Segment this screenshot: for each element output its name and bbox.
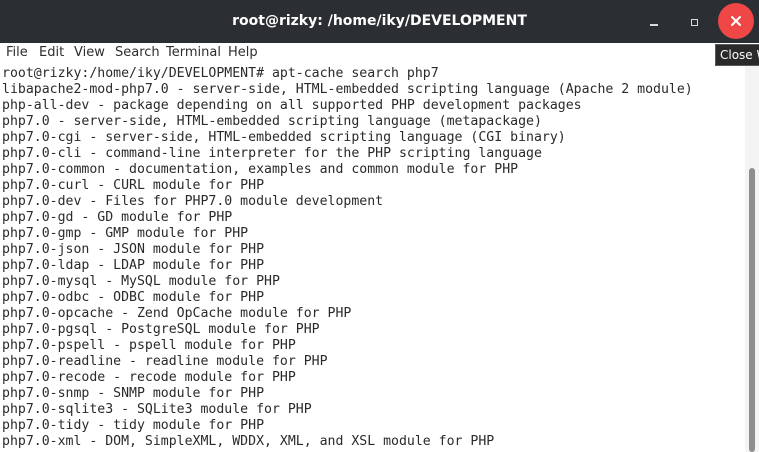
minimize-button[interactable]: [639, 7, 669, 37]
terminal-line: php7.0-mysql - MySQL module for PHP: [2, 274, 280, 289]
terminal-line: php-all-dev - package depending on all s…: [2, 98, 582, 113]
terminal-line: php7.0-sqlite3 - SQLite3 module for PHP: [2, 402, 312, 417]
title-bar: root@rizky: /home/iky/DEVELOPMENT: [0, 0, 759, 43]
terminal-output[interactable]: root@rizky:/home/iky/DEVELOPMENT# apt-ca…: [0, 64, 745, 452]
terminal-line: root@rizky:/home/iky/DEVELOPMENT# apt-ca…: [2, 66, 439, 81]
scrollbar-thumb[interactable]: [749, 168, 755, 452]
terminal-line: php7.0 - server-side, HTML-embedded scri…: [2, 114, 542, 129]
terminal-line: php7.0-cgi - server-side, HTML-embedded …: [2, 130, 566, 145]
terminal-line: php7.0-gmp - GMP module for PHP: [2, 226, 249, 241]
terminal-line: php7.0-dev - Files for PHP7.0 module dev…: [2, 194, 384, 209]
terminal-line: php7.0-recode - recode module for PHP: [2, 370, 296, 385]
menu-view[interactable]: View: [74, 45, 105, 60]
terminal-line: libapache2-mod-php7.0 - server-side, HTM…: [2, 82, 693, 97]
menu-help[interactable]: Help: [228, 45, 258, 60]
terminal-line: php7.0-cli - command-line interpreter fo…: [2, 146, 542, 161]
menu-bar: File Edit View Search Terminal Help: [0, 43, 759, 64]
terminal-line: php7.0-odbc - ODBC module for PHP: [2, 290, 265, 305]
close-tooltip: Close W: [715, 44, 759, 66]
terminal-line: php7.0-common - documentation, examples …: [2, 162, 519, 177]
terminal-line: php7.0-json - JSON module for PHP: [2, 242, 265, 257]
terminal-line: php7.0-snmp - SNMP module for PHP: [2, 386, 265, 401]
maximize-button[interactable]: [679, 7, 709, 37]
terminal-line: php7.0-tidy - tidy module for PHP: [2, 418, 265, 433]
close-button[interactable]: [718, 3, 754, 39]
menu-terminal[interactable]: Terminal: [166, 45, 221, 60]
menu-file[interactable]: File: [6, 45, 28, 60]
maximize-icon: [690, 18, 698, 26]
terminal-line: php7.0-readline - readline module for PH…: [2, 354, 328, 369]
terminal-line: php7.0-opcache - Zend OpCache module for…: [2, 306, 352, 321]
terminal-line: php7.0-xml - DOM, SimpleXML, WDDX, XML, …: [2, 434, 495, 449]
terminal-line: php7.0-curl - CURL module for PHP: [2, 178, 265, 193]
terminal-line: php7.0-pgsql - PostgreSQL module for PHP: [2, 322, 320, 337]
terminal-line: php7.0-pspell - pspell module for PHP: [2, 338, 296, 353]
menu-edit[interactable]: Edit: [39, 45, 64, 60]
terminal-line: php7.0-gd - GD module for PHP: [2, 210, 233, 225]
terminal-line: php7.0-ldap - LDAP module for PHP: [2, 258, 265, 273]
menu-search[interactable]: Search: [115, 45, 160, 60]
close-icon: [731, 16, 741, 26]
vertical-scrollbar[interactable]: [745, 64, 759, 452]
minimize-icon: [650, 24, 658, 26]
